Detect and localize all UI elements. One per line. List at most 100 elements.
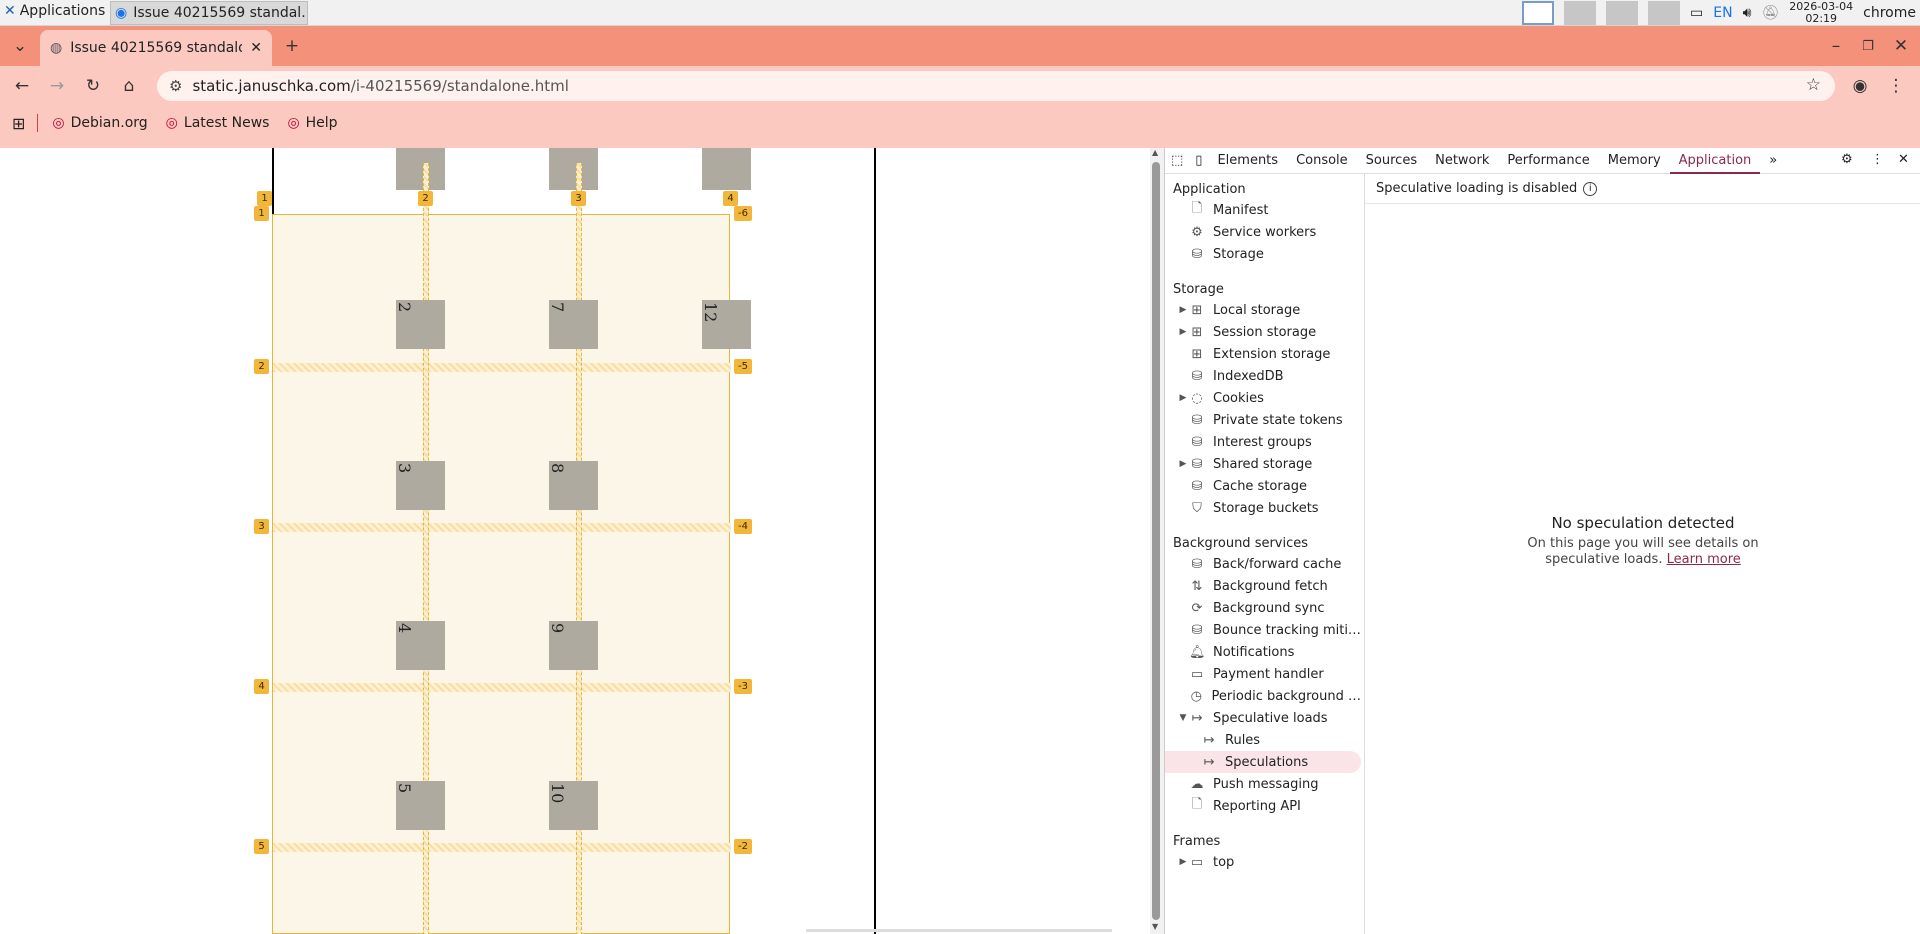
tab-elements[interactable]: Elements [1208,148,1287,174]
sidebar-item-background-fetch[interactable]: ⇅ Background fetch [1165,575,1361,597]
bookmark-star-icon[interactable]: ☆ [1806,75,1821,95]
tab-application[interactable]: Application [1669,148,1761,174]
file-icon: 🗋︎ [1191,201,1203,216]
sidebar-item-session-storage[interactable]: ▶ ⊞ Session storage [1165,321,1361,343]
address-bar[interactable]: ⚙ static.januschka.com /i-40215569/stand… [157,71,1835,101]
sidebar-item-extension-storage[interactable]: ⊞ Extension storage [1165,343,1361,365]
grid-cell-top-3: 1 [701,148,751,190]
bookmark-debian[interactable]: ◎ Debian.org [52,115,147,131]
sidebar-item-storage[interactable]: ⛁ Storage [1165,243,1361,265]
forward-icon[interactable]: → [43,72,71,100]
grid-cell-label: 9 [548,623,567,634]
network-icon[interactable]: ▭ [1690,5,1703,21]
url-host: static.januschka.com [192,77,351,95]
tab-console[interactable]: Console [1287,148,1357,174]
sidebar-item-push-messaging[interactable]: ☁ Push messaging [1165,773,1361,795]
sidebar-item-label: Manifest [1213,202,1269,218]
home-icon[interactable]: ⌂ [115,72,143,100]
browser-tab-active[interactable]: ◍ Issue 40215569 standalo ✕ [40,30,272,66]
scroll-up-arrow[interactable]: ▲ [1152,148,1158,157]
reload-icon[interactable]: ↻ [79,72,107,100]
profile-icon[interactable]: ◉ [1846,72,1874,100]
sidebar-item-private-state-tokens[interactable]: ⛁ Private state tokens [1165,409,1361,431]
device-toolbar-icon[interactable]: ▯ [1189,148,1208,174]
sidebar-item-frame-top[interactable]: ▶ ▭ top [1165,851,1361,873]
expand-arrow-icon[interactable]: ▶ [1177,857,1189,867]
file-icon: 🗋︎ [1191,797,1203,812]
scrollbar-thumb[interactable] [1152,162,1160,920]
taskbar-window-button[interactable]: ◉ Issue 40215569 standal… [110,1,308,25]
bookmark-help[interactable]: ◎ Help [287,115,337,131]
sidebar-item-rules[interactable]: ↦ Rules [1165,729,1361,751]
expand-arrow-icon[interactable]: ▶ [1177,305,1189,315]
sidebar-item-cache-storage[interactable]: ⛁ Cache storage [1165,475,1361,497]
devtools-close-icon[interactable]: ✕ [1898,152,1909,167]
expand-arrow-icon[interactable]: ▶ [1177,393,1189,403]
workspace-3[interactable] [1606,1,1639,25]
minimize-icon[interactable]: – [1822,32,1850,60]
sidebar-item-storage-buckets[interactable]: ⛉ Storage buckets [1165,497,1361,519]
volume-icon[interactable]: 🔊︎ [1743,5,1752,21]
sidebar-item-shared-storage[interactable]: ▶ ⛁ Shared storage [1165,453,1361,475]
applications-menu[interactable]: ✕ Applications [4,3,105,19]
devtools-settings-icon[interactable]: ⚙ [1841,152,1853,167]
sidebar-item-indexeddb[interactable]: ⛁ IndexedDB [1165,365,1361,387]
sidebar-item-label: top [1213,854,1235,870]
sidebar-item-bounce-tracking[interactable]: ⛁ Bounce tracking miti… [1165,619,1361,641]
collapse-arrow-icon[interactable]: ▼ [1177,713,1189,723]
expand-arrow-icon[interactable]: ▶ [1177,459,1189,469]
sidebar-item-back-forward-cache[interactable]: ⛁ Back/forward cache [1165,553,1361,575]
horizontal-scrollbar[interactable] [806,929,1112,932]
scroll-down-arrow[interactable]: ▼ [1152,922,1158,931]
page-vertical-scrollbar[interactable]: ▲ ▼ [1150,148,1164,934]
sidebar-item-label: Back/forward cache [1213,556,1342,572]
sidebar-item-interest-groups[interactable]: ⛁ Interest groups [1165,431,1361,453]
close-tab-icon[interactable]: ✕ [250,40,262,56]
devtools-menu-icon[interactable]: ⋮ [1871,152,1884,167]
learn-more-link[interactable]: Learn more [1667,552,1741,567]
tab-network[interactable]: Network [1426,148,1498,174]
tab-title: Issue 40215569 standalo [70,40,243,56]
database-icon: ⛁ [1191,412,1203,428]
sidebar-item-periodic-background-sync[interactable]: ◷ Periodic background … [1165,685,1361,707]
sidebar-item-speculative-loads[interactable]: ▼ ↦ Speculative loads [1165,707,1361,729]
back-icon[interactable]: ← [8,72,36,100]
language-indicator[interactable]: EN [1713,5,1732,21]
page-viewport: 1 2 7 12 3 8 4 9 5 10 1 2 3 4 1 2 3 4 5 … [0,148,1150,934]
grid-cell-label: 5 [395,783,414,794]
tab-search-chevron-icon[interactable]: ⌄ [6,32,34,60]
sidebar-item-background-sync[interactable]: ⟳ Background sync [1165,597,1361,619]
info-icon[interactable]: i [1583,181,1598,196]
tab-memory[interactable]: Memory [1599,148,1670,174]
menu-kebab-icon[interactable]: ⋮ [1882,72,1910,100]
sidebar-item-label: Speculative loads [1213,710,1328,726]
sidebar-item-label: Shared storage [1213,456,1313,472]
notifications-muted-icon[interactable]: 🔕︎ [1761,5,1779,21]
row-gap-2 [273,523,731,532]
new-tab-icon[interactable]: + [278,32,306,60]
workspace-1[interactable] [1522,1,1555,25]
section-application: Application [1173,182,1246,197]
sidebar-item-reporting-api[interactable]: 🗋︎ Reporting API [1165,795,1361,817]
site-info-icon[interactable]: ⚙ [169,77,182,95]
sidebar-item-manifest[interactable]: 🗋︎ Manifest [1165,199,1361,221]
expand-arrow-icon[interactable]: ▶ [1177,327,1189,337]
inspect-element-icon[interactable]: ⬚ [1165,148,1189,174]
container-right-border [874,148,876,934]
restore-icon[interactable]: ❐ [1854,32,1882,60]
clock[interactable]: 2026-03-04 02:19 [1789,1,1853,25]
apps-grid-icon[interactable]: ⊞ [12,114,25,133]
tab-sources[interactable]: Sources [1357,148,1426,174]
workspace-4[interactable] [1648,1,1681,25]
more-tabs-icon[interactable]: » [1760,148,1786,174]
bookmark-latest-news[interactable]: ◎ Latest News [166,115,270,131]
sidebar-item-payment-handler[interactable]: ▭ Payment handler [1165,663,1361,685]
sidebar-item-local-storage[interactable]: ▶ ⊞ Local storage [1165,299,1361,321]
sidebar-item-cookies[interactable]: ▶ ◌ Cookies [1165,387,1361,409]
close-window-icon[interactable]: ✕ [1887,32,1915,60]
tab-performance[interactable]: Performance [1498,148,1598,174]
workspace-2[interactable] [1564,1,1597,25]
sidebar-item-speculations[interactable]: ↦ Speculations [1165,751,1361,773]
sidebar-item-service-workers[interactable]: ⚙ Service workers [1165,221,1361,243]
sidebar-item-notifications[interactable]: 🔔︎ Notifications [1165,641,1361,663]
